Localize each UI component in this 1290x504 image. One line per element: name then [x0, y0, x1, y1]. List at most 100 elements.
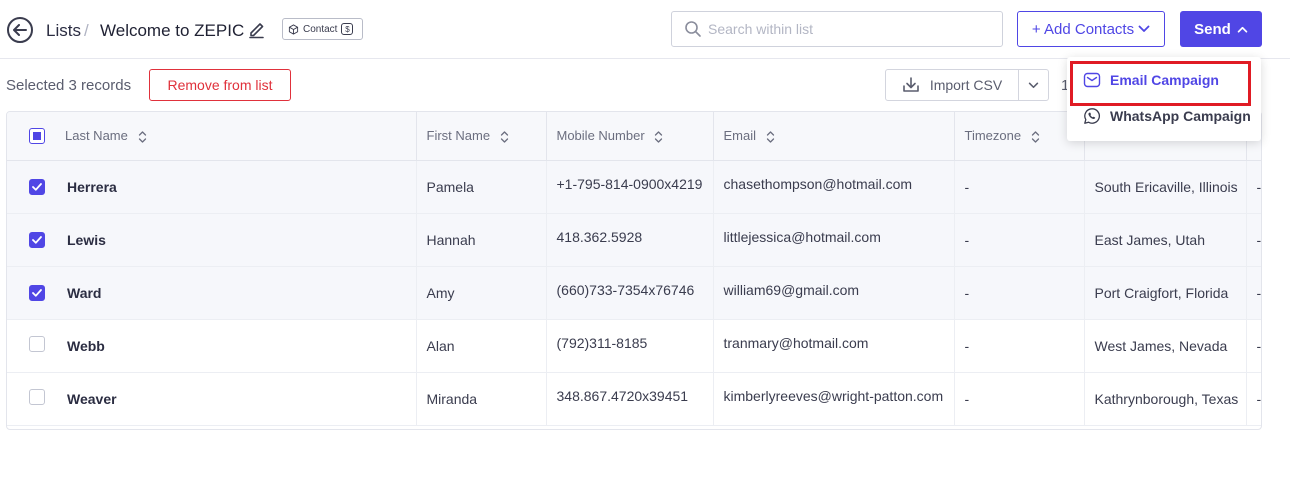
- extra-cell: -: [1246, 213, 1261, 267]
- sort-icon: [138, 130, 146, 143]
- last-name-cell[interactable]: Herrera: [55, 160, 417, 214]
- row-checkbox[interactable]: [29, 232, 45, 248]
- whatsapp-icon: [1084, 108, 1100, 124]
- table-row[interactable]: Webb Alan (792)311-8185 tranmary@hotmail…: [7, 319, 1261, 373]
- mobile-cell: 348.867.4720x39451: [546, 372, 714, 426]
- email-cell: william69@gmail.com: [713, 266, 955, 320]
- timezone-cell: -: [954, 372, 1085, 426]
- contacts-table: Last Name First Name Mobile Number Email…: [6, 111, 1262, 430]
- chevron-down-icon: [1138, 25, 1150, 32]
- remove-from-list-button[interactable]: Remove from list: [149, 69, 291, 101]
- search-icon: [685, 21, 701, 37]
- mobile-cell: 418.362.5928: [546, 213, 714, 267]
- row-select-cell: [7, 213, 55, 267]
- send-label: Send: [1194, 20, 1231, 38]
- column-header-mobile-number[interactable]: Mobile Number: [546, 112, 714, 161]
- pencil-icon: [249, 23, 264, 39]
- last-name-cell[interactable]: Weaver: [55, 372, 417, 426]
- table-row[interactable]: Herrera Pamela +1-795-814-0900x4219 chas…: [7, 160, 1261, 214]
- sort-icon: [1031, 130, 1039, 143]
- location-cell: Port Craigfort, Florida: [1084, 266, 1247, 320]
- breadcrumb-lists[interactable]: Lists: [46, 21, 81, 41]
- timezone-cell: -: [954, 160, 1085, 214]
- column-header-last-name[interactable]: Last Name: [55, 112, 417, 161]
- location-cell: East James, Utah: [1084, 213, 1247, 267]
- table-row[interactable]: Lewis Hannah 418.362.5928 littlejessica@…: [7, 213, 1261, 267]
- search-input[interactable]: [708, 21, 988, 37]
- email-cell: tranmary@hotmail.com: [713, 319, 955, 373]
- row-select-cell: [7, 372, 55, 426]
- arrow-left-icon: [13, 24, 27, 36]
- download-icon: [903, 77, 919, 92]
- import-csv-button[interactable]: Import CSV: [885, 69, 1019, 101]
- timezone-cell: -: [954, 266, 1085, 320]
- row-select-cell: [7, 160, 55, 214]
- import-options-button[interactable]: [1018, 69, 1049, 101]
- first-name-cell: Hannah: [416, 213, 547, 267]
- coin-icon: $: [341, 23, 354, 35]
- checkmark-icon: [32, 183, 42, 191]
- first-name-cell: Alan: [416, 319, 547, 373]
- column-label: First Name: [426, 127, 491, 143]
- table-row[interactable]: Weaver Miranda 348.867.4720x39451 kimber…: [7, 372, 1261, 426]
- extra-cell: -: [1246, 319, 1261, 373]
- column-label: Mobile Number: [556, 127, 645, 143]
- add-contacts-label: + Add Contacts: [1031, 20, 1135, 38]
- extra-cell: -: [1246, 160, 1261, 214]
- column-label: Email: [723, 127, 757, 143]
- row-checkbox[interactable]: [29, 179, 45, 195]
- first-name-cell: Pamela: [416, 160, 547, 214]
- timezone-cell: -: [954, 213, 1085, 267]
- row-checkbox[interactable]: [29, 285, 45, 301]
- column-header-timezone[interactable]: Timezone: [954, 112, 1085, 161]
- chevron-up-icon: [1237, 26, 1248, 33]
- select-all-checkbox[interactable]: [29, 127, 45, 144]
- checkmark-icon: [32, 289, 42, 297]
- edit-title-button[interactable]: [247, 19, 267, 39]
- menu-item-whatsapp-campaign[interactable]: WhatsApp Campaign: [1083, 107, 1251, 125]
- row-select-cell: [7, 266, 55, 320]
- highlight-box: [1070, 61, 1251, 106]
- row-checkbox[interactable]: [29, 336, 45, 352]
- email-cell: kimberlyreeves@wright-patton.com: [713, 372, 955, 426]
- column-header-email[interactable]: Email: [713, 112, 955, 161]
- selected-count: Selected 3 records: [6, 77, 132, 94]
- search-field[interactable]: [671, 11, 1003, 47]
- checkmark-icon: [32, 236, 42, 244]
- timezone-cell: -: [954, 319, 1085, 373]
- email-cell: littlejessica@hotmail.com: [713, 213, 955, 267]
- send-button[interactable]: Send: [1180, 11, 1262, 47]
- table-row[interactable]: Ward Amy (660)733-7354x76746 william69@g…: [7, 266, 1261, 320]
- row-select-cell: [7, 319, 55, 373]
- mobile-cell: +1-795-814-0900x4219: [546, 160, 714, 214]
- last-name-cell[interactable]: Webb: [55, 319, 417, 373]
- back-button[interactable]: [7, 17, 33, 43]
- sort-icon: [500, 130, 508, 143]
- first-name-cell: Miranda: [416, 372, 547, 426]
- last-name-cell[interactable]: Lewis: [55, 213, 417, 267]
- add-contacts-button[interactable]: + Add Contacts: [1017, 11, 1165, 47]
- cube-icon: [288, 23, 299, 35]
- mobile-cell: (660)733-7354x76746: [546, 266, 714, 320]
- list-type-badge: Contact $: [282, 18, 363, 40]
- import-csv-label: Import CSV: [929, 77, 1003, 93]
- location-cell: West James, Nevada: [1084, 319, 1247, 373]
- badge-label: Contact: [303, 23, 338, 35]
- select-all-cell: [7, 112, 55, 161]
- location-cell: South Ericaville, Illinois: [1084, 160, 1247, 214]
- row-checkbox[interactable]: [29, 389, 45, 405]
- extra-cell: -: [1246, 266, 1261, 320]
- page-title: Welcome to ZEPIC: [100, 21, 245, 40]
- last-name-cell[interactable]: Ward: [55, 266, 417, 320]
- menu-item-label: WhatsApp Campaign: [1110, 108, 1251, 124]
- breadcrumb-separator: /: [84, 21, 89, 40]
- page-header: Lists / Welcome to ZEPIC Contact $ + Add…: [0, 0, 1290, 59]
- mobile-cell: (792)311-8185: [546, 319, 714, 373]
- chevron-down-icon: [1028, 82, 1039, 88]
- column-header-first-name[interactable]: First Name: [416, 112, 547, 161]
- first-name-cell: Amy: [416, 266, 547, 320]
- sort-icon: [655, 130, 663, 143]
- column-label: Last Name: [65, 127, 128, 143]
- sort-icon: [766, 130, 774, 143]
- column-label: Timezone: [964, 127, 1022, 143]
